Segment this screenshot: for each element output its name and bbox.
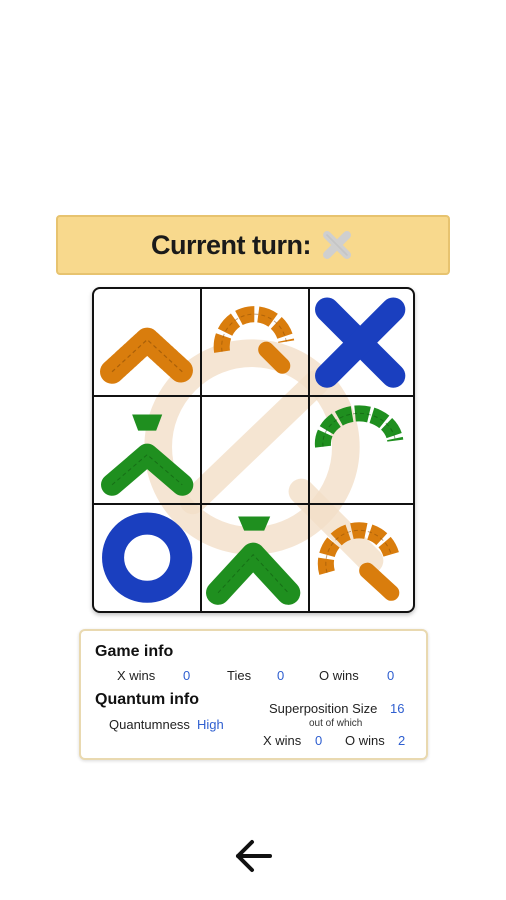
- grid-line: [200, 289, 202, 611]
- superposition-o-wins-label: O wins: [345, 733, 385, 748]
- superposition-size-value: 16: [390, 701, 405, 716]
- back-button[interactable]: [228, 832, 280, 880]
- current-turn-banner: Current turn:: [56, 215, 450, 275]
- arrow-left-icon: [236, 840, 272, 872]
- game-board: [92, 287, 415, 613]
- superposition-size-label: Superposition Size: [269, 701, 378, 716]
- x-wins-value: 0: [183, 668, 191, 683]
- quantum-o-piece-icon: [213, 306, 295, 374]
- quantumness-label: Quantumness: [109, 717, 190, 732]
- board-cell-2-1[interactable]: [94, 396, 200, 503]
- board-cell-2-3[interactable]: [307, 396, 413, 503]
- game-info-title: Game info: [95, 643, 174, 660]
- board-cell-1-3[interactable]: [307, 289, 413, 396]
- quantum-x-piece-icon: [100, 327, 195, 384]
- quantum-x-piece-icon: [206, 516, 301, 605]
- ties-value: 0: [277, 668, 285, 683]
- board-cell-3-3[interactable]: [307, 504, 413, 611]
- board-cell-3-1[interactable]: [94, 504, 200, 611]
- info-panel: Game info X wins 0 Ties 0 O wins 0 Quant…: [79, 629, 428, 760]
- board-cell-1-1[interactable]: [94, 289, 200, 396]
- grid-line: [308, 289, 310, 611]
- x-wins-label: X wins: [117, 668, 156, 683]
- o-wins-value: 0: [387, 668, 395, 683]
- board-cell-2-2[interactable]: [200, 396, 306, 503]
- superposition-o-wins-value: 2: [398, 733, 406, 748]
- ties-label: Ties: [227, 668, 252, 683]
- quantum-o-piece-icon: [317, 521, 399, 601]
- board-cell-3-2[interactable]: [200, 504, 306, 611]
- board-cell-1-2[interactable]: [200, 289, 306, 396]
- quantum-o-piece-icon: [314, 405, 403, 448]
- current-turn-label: Current turn:: [151, 229, 311, 260]
- o-piece-icon: [102, 512, 193, 603]
- x-mark-icon: [323, 231, 351, 259]
- x-piece-icon: [314, 297, 405, 388]
- quantum-x-piece-icon: [101, 414, 194, 497]
- superposition-x-wins-label: X wins: [263, 733, 302, 748]
- grid-line: [94, 503, 413, 505]
- quantumness-value: High: [197, 717, 224, 732]
- o-wins-label: O wins: [319, 668, 359, 683]
- quantum-info-title: Quantum info: [95, 691, 199, 708]
- superposition-x-wins-value: 0: [315, 733, 323, 748]
- out-of-which-label: out of which: [309, 718, 363, 729]
- grid-line: [94, 395, 413, 397]
